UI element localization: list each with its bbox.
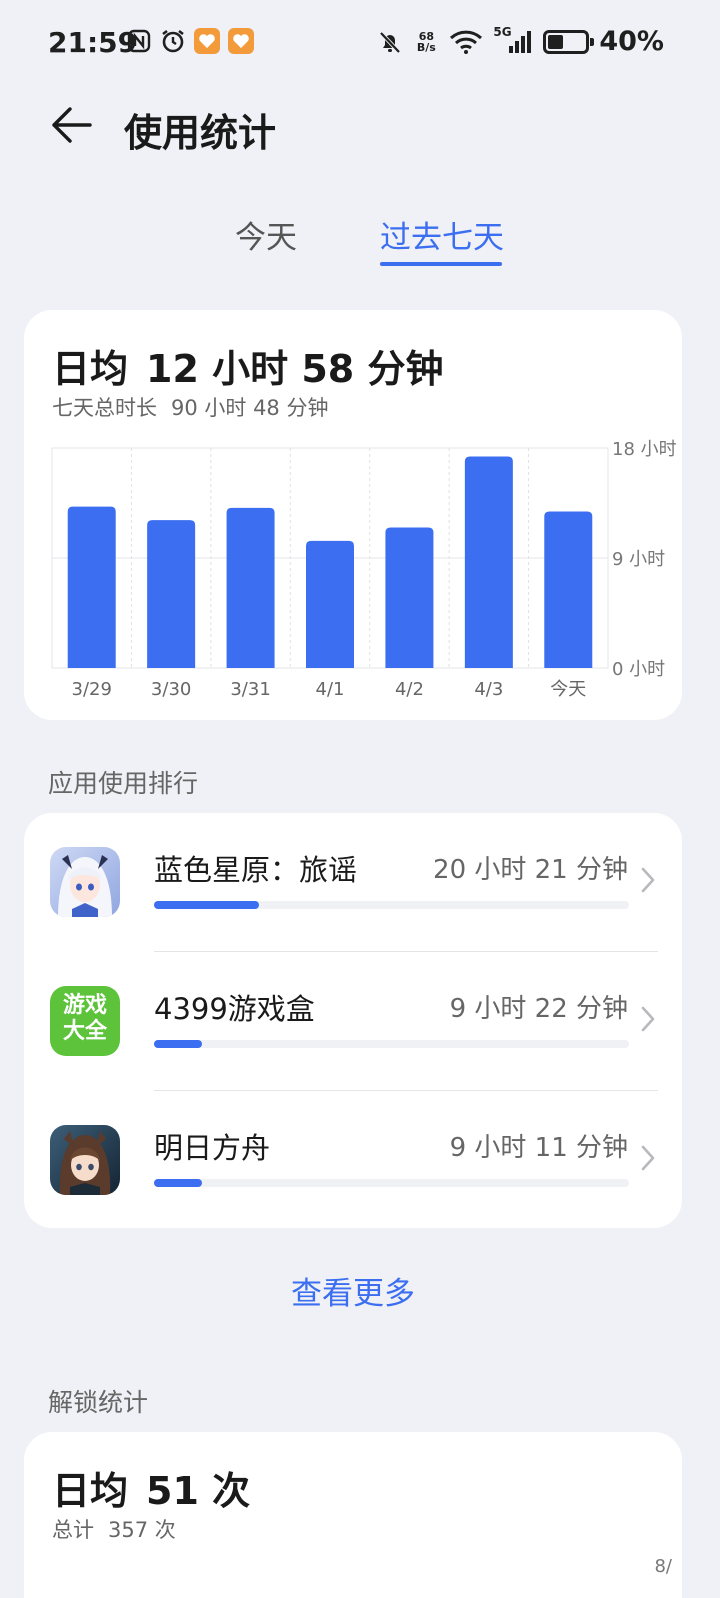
mute-bell-icon: [377, 29, 403, 55]
chart-bar: [226, 507, 275, 668]
page-title: 使用统计: [124, 111, 277, 155]
daily-average-label: 日均: [52, 347, 129, 391]
weekly-total-value: 90 小时 48 分钟: [171, 396, 329, 420]
signal-5g-icon: 5G: [493, 25, 533, 55]
unlock-axis-label: 8/: [654, 1556, 672, 1577]
app-usage-time: 9 小时 22 分钟: [449, 994, 628, 1024]
app-name: 蓝色星原：旅谣: [154, 853, 358, 887]
daily-average-value: 12 小时 58 分钟: [146, 347, 444, 391]
usage-progress-track: [154, 1179, 629, 1187]
x-tick-label: 4/3: [474, 679, 503, 700]
unlock-average-label: 日均: [52, 1469, 129, 1513]
arknights-icon: [50, 1125, 120, 1195]
weekly-total-label: 七天总时长: [52, 396, 157, 420]
chevron-right-icon: [641, 1006, 655, 1032]
nfc-icon: [126, 28, 152, 54]
unlock-summary-card[interactable]: 日均 51 次 总计 357 次 8/: [24, 1432, 682, 1598]
alarm-icon: [160, 28, 186, 54]
usage-summary-card[interactable]: 日均 12 小时 58 分钟 七天总时长 90 小时 48 分钟 18 小时 9 小时…: [24, 310, 682, 720]
status-icons-right: 68 B/s 5G 40%: [377, 25, 664, 57]
app-row[interactable]: 游戏 大全 4399游戏盒 9 小时 22 分钟: [24, 952, 682, 1090]
app-row[interactable]: 蓝色星原：旅谣 20 小时 21 分钟: [24, 813, 682, 951]
tab-past-seven-days[interactable]: 过去七天: [380, 212, 504, 257]
weekly-total: 七天总时长 90 小时 48 分钟: [52, 392, 328, 422]
app-row[interactable]: 明日方舟 9 小时 11 分钟: [24, 1091, 682, 1229]
daily-average: 日均 12 小时 58 分钟: [52, 338, 443, 393]
chevron-right-icon: [641, 867, 655, 893]
chart-bar: [67, 506, 116, 668]
chart-bar: [385, 527, 434, 668]
unlock-average-value: 51 次: [146, 1469, 251, 1513]
ranking-section-title: 应用使用排行: [48, 769, 199, 798]
x-tick-label: 3/29: [72, 679, 112, 700]
x-tick-label: 3/31: [230, 679, 270, 700]
status-icons-left: [126, 28, 254, 54]
game-box-icon: 游戏 大全: [50, 986, 120, 1056]
wifi-icon: [449, 29, 483, 55]
status-bar: 21:59 68 B/s 5G 40%: [0, 0, 720, 88]
chevron-right-icon: [641, 1145, 655, 1171]
network-speed-unit: B/s: [416, 40, 436, 54]
usage-progress-fill: [154, 901, 259, 909]
chart-bar: [464, 456, 513, 668]
game-box-icon-text-top: 游戏: [62, 993, 107, 1018]
y-tick-label: 9 小时: [612, 549, 665, 570]
network-type: 5G: [493, 24, 512, 39]
see-more-link[interactable]: 查看更多: [0, 1268, 706, 1313]
unlock-daily-average: 日均 51 次: [52, 1460, 250, 1515]
back-button[interactable]: [46, 100, 96, 150]
app-usage-time: 9 小时 11 分钟: [449, 1133, 628, 1163]
unlock-total: 总计 357 次: [52, 1514, 176, 1544]
game-box-icon-text-bottom: 大全: [62, 1019, 107, 1044]
app-ranking-card: 蓝色星原：旅谣 20 小时 21 分钟 游戏 大全 4399游戏盒 9 小时 2…: [24, 813, 682, 1228]
battery-fill: [548, 34, 563, 49]
battery-percentage: 40%: [599, 26, 664, 57]
chart-bar: [147, 520, 196, 668]
usage-progress-fill: [154, 1040, 202, 1048]
chart-bar: [306, 540, 354, 668]
notification-app-icon: [228, 28, 254, 54]
usage-progress-track: [154, 901, 629, 909]
period-tabs: 今天 过去七天: [0, 212, 720, 272]
network-speed: 68 B/s: [413, 31, 439, 53]
app-name: 明日方舟: [154, 1131, 271, 1165]
y-tick-label: 18 小时: [612, 439, 677, 460]
app-name: 4399游戏盒: [154, 992, 315, 1026]
anime-girl-icon: [50, 847, 120, 917]
chart-bar: [544, 511, 593, 668]
usage-progress-track: [154, 1040, 629, 1048]
app-usage-time: 20 小时 21 分钟: [433, 855, 628, 885]
tab-today[interactable]: 今天: [235, 212, 297, 257]
usage-progress-fill: [154, 1179, 202, 1187]
y-tick-label: 0 小时: [612, 659, 665, 680]
battery-icon: [543, 29, 595, 54]
x-tick-label: 今天: [550, 679, 586, 700]
status-time: 21:59: [48, 26, 138, 59]
x-tick-label: 3/30: [151, 679, 191, 700]
unlock-total-label: 总计: [52, 1518, 94, 1542]
x-tick-label: 4/1: [316, 679, 345, 700]
notification-app-icon: [194, 28, 220, 54]
unlock-section-title: 解锁统计: [48, 1388, 149, 1417]
x-tick-label: 4/2: [395, 679, 424, 700]
back-arrow-icon: [52, 107, 92, 143]
usage-bar-chart[interactable]: 18 小时 9 小时 0 小时 3/29 3/30 3/31 4/1 4/2 4/3 今天: [24, 430, 682, 720]
active-tab-indicator: [380, 262, 502, 266]
unlock-total-value: 357 次: [108, 1518, 176, 1542]
